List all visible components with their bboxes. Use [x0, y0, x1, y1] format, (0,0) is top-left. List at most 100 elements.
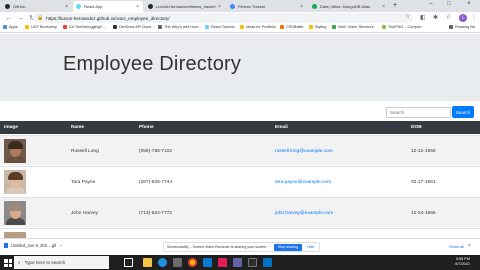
close-icon[interactable]: ×: [65, 4, 68, 10]
employee-phone: (267)-826-7744: [139, 180, 173, 185]
page-title: Employee Directory: [63, 53, 242, 75]
edge-icon[interactable]: [158, 258, 167, 267]
chevron-up-icon[interactable]: ^: [60, 243, 62, 248]
close-icon[interactable]: ×: [300, 4, 303, 10]
bookmark-label: DevDocs API Docu…: [119, 25, 156, 29]
folder-icon: [240, 25, 244, 29]
tab-fitness-tracker[interactable]: Fitness Tracker ×: [227, 1, 307, 12]
task-view-icon[interactable]: [124, 258, 133, 267]
vscode-icon[interactable]: [203, 258, 212, 267]
employee-phone: (713)-524-7772: [139, 211, 173, 216]
menu-dots-icon[interactable]: ⋮: [471, 14, 477, 21]
taskbar-search-box[interactable]: ⌕ Type here to search: [14, 256, 109, 269]
windows-taskbar: ⌕ Type here to search 5:55 PM 6/7/2021: [0, 255, 480, 270]
mail-icon[interactable]: [263, 258, 272, 267]
forward-icon[interactable]: →: [17, 15, 24, 22]
apps-icon: [3, 25, 7, 29]
close-icon[interactable]: ×: [136, 4, 139, 10]
slack-icon[interactable]: [218, 258, 227, 267]
star-icon[interactable]: ☆: [405, 13, 410, 20]
bookmark-styling[interactable]: Styling: [309, 25, 326, 29]
back-icon[interactable]: ←: [5, 15, 12, 22]
employee-name: Tara Payne: [71, 180, 96, 185]
address-bar[interactable]: 🔒 https://lusom-hernandez.github.io/reac…: [33, 13, 413, 23]
tab-title: Fitness Tracker: [238, 4, 266, 9]
column-header-email[interactable]: Email: [275, 125, 288, 130]
bookmark-icon: [158, 25, 162, 29]
employee-email[interactable]: tara.payne@example.com: [275, 180, 331, 185]
extension-icon[interactable]: ◧: [420, 14, 426, 21]
employee-email[interactable]: russell.long@example.com: [275, 149, 333, 154]
bookmark-label: C# TheDebuggingC…: [69, 25, 107, 29]
chrome-icon[interactable]: [188, 258, 197, 267]
jumbotron-header: Employee Directory: [0, 34, 480, 101]
windows-start-icon[interactable]: [4, 259, 12, 267]
tab-github[interactable]: GitHub ×: [2, 1, 72, 12]
react-icon: [76, 4, 81, 9]
column-header-phone[interactable]: Phone: [139, 125, 154, 130]
close-icon[interactable]: ×: [468, 243, 471, 249]
bookmark-reading-list[interactable]: Reading list: [449, 25, 475, 29]
bookmark-wac[interactable]: WAC Video Structure: [332, 25, 374, 29]
store-icon[interactable]: [173, 258, 182, 267]
column-header-dob[interactable]: DOB: [411, 125, 422, 130]
tab-react-app[interactable]: React App ×: [73, 1, 143, 12]
terminal-icon[interactable]: [248, 258, 257, 267]
profile-avatar[interactable]: L: [459, 14, 467, 22]
bookmark-label: The Why's and How…: [164, 25, 202, 29]
bookmark-tinypng[interactable]: TinyPNG – Compre…: [382, 25, 425, 29]
minimize-icon[interactable]: –: [424, 1, 438, 7]
react-icon: [205, 25, 209, 29]
search-button[interactable]: Search: [452, 106, 474, 118]
folder-icon: [25, 25, 29, 29]
column-header-image[interactable]: Image: [4, 125, 18, 130]
show-all-button[interactable]: Show all: [449, 244, 464, 249]
bookmark-whys[interactable]: The Why's and How…: [158, 25, 202, 29]
tab-fitness-repo[interactable]: Lucidd-Hernandez/fitness_tracker ×: [145, 1, 225, 12]
page-content: Employee Directory Search ⬉ Image Name P…: [0, 34, 480, 240]
employee-name: Russell Long: [71, 149, 99, 154]
bookmark-csharp[interactable]: C# TheDebuggingC…: [63, 25, 106, 29]
tab-title: GitHub: [13, 4, 26, 9]
system-tray-clock[interactable]: 5:55 PM 6/7/2021: [420, 257, 470, 267]
column-header-name[interactable]: Name: [71, 125, 84, 130]
employee-name: John Harvey: [71, 211, 98, 216]
close-icon[interactable]: ×: [218, 4, 221, 10]
new-tab-button[interactable]: +: [393, 2, 397, 9]
bookmark-devdocs[interactable]: DevDocs API Docu…: [113, 25, 155, 29]
stop-sharing-button[interactable]: Stop sharing: [274, 244, 302, 251]
bookmark-icon: [332, 25, 336, 29]
employee-photo: [4, 139, 26, 163]
media-icon[interactable]: ♫: [446, 14, 451, 20]
reading-list-icon: [449, 25, 453, 29]
bookmark-cssbattle[interactable]: CSSBattle: [280, 25, 304, 29]
maximize-icon[interactable]: □: [442, 1, 456, 7]
globe-icon: [230, 4, 235, 9]
tab-title: Lucidd-Hernandez/fitness_tracker: [156, 4, 216, 9]
bookmark-label: TinyPNG – Compre…: [388, 25, 425, 29]
search-input[interactable]: [386, 107, 451, 118]
close-icon[interactable]: ×: [382, 4, 385, 10]
download-filename: Untitled_Jun 9, 202....gif: [11, 243, 57, 248]
clock-date: 6/7/2021: [455, 262, 470, 266]
tab-mongodb[interactable]: Data | Atlas: MongoDB Atlas ×: [309, 1, 389, 12]
download-item[interactable]: Untitled_Jun 9, 202....gif ^: [4, 243, 62, 248]
bookmark-apps[interactable]: Apps: [3, 25, 18, 29]
puzzle-icon[interactable]: ✱: [433, 14, 438, 21]
employee-dob: 12-24-1966: [411, 211, 436, 216]
github-icon: [5, 4, 10, 9]
table-row: Tara Payne (267)-826-7744 tara.payne@exa…: [0, 166, 480, 196]
bookmark-ucf[interactable]: UCF Bootcamp: [25, 25, 57, 29]
close-window-icon[interactable]: ×: [462, 1, 476, 7]
hide-button[interactable]: Hide: [307, 245, 314, 249]
file-explorer-icon[interactable]: [143, 258, 152, 267]
browser-toolbar: ← → ↻ 🔒 https://lusom-hernandez.github.i…: [0, 12, 480, 24]
employee-email[interactable]: john.harvey@example.com: [275, 211, 333, 216]
teams-icon[interactable]: [233, 258, 242, 267]
bookmark-react[interactable]: React Tutorial: [205, 25, 234, 29]
file-icon: [4, 243, 8, 248]
tab-title: React App: [84, 4, 103, 9]
table-header: Image Name Phone Email DOB: [0, 121, 480, 134]
folder-icon: [309, 25, 313, 29]
bookmark-ideas[interactable]: Ideas for Portfolio: [240, 25, 276, 29]
